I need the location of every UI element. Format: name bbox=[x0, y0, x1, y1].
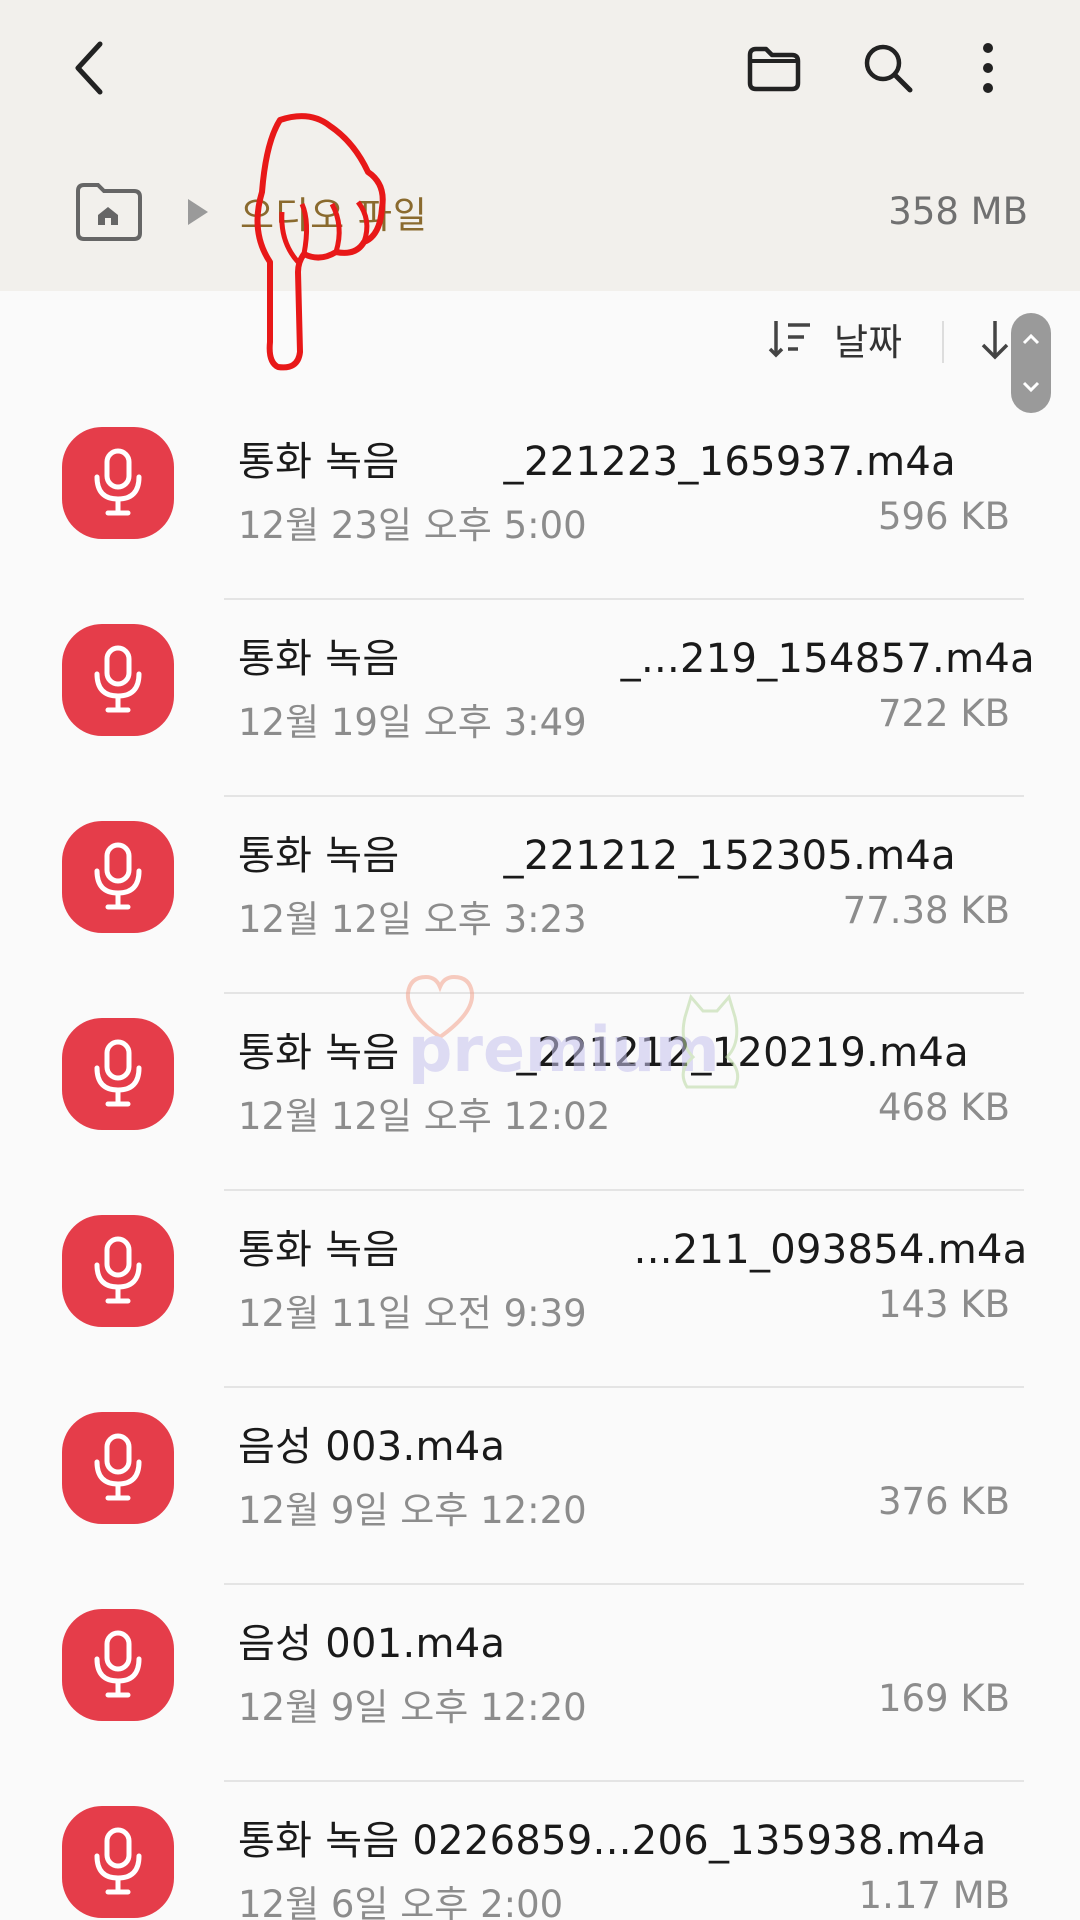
folder-button[interactable] bbox=[738, 36, 810, 100]
file-list-item[interactable]: 통화 녹음 0226859...206_135938.m4a 12월 6일 오후… bbox=[0, 1782, 1080, 1920]
file-date: 12월 9일 오후 12:20 bbox=[238, 1489, 587, 1532]
search-button[interactable] bbox=[852, 36, 924, 100]
file-name: 통화 녹음 _...219_154857.m4a bbox=[238, 636, 1035, 682]
file-size: 376 KB bbox=[877, 1480, 1010, 1523]
sort-bar: 날짜 bbox=[0, 291, 1080, 387]
file-name: 통화 녹음 _221212_152305.m4a bbox=[238, 833, 956, 879]
audio-file-icon bbox=[62, 1215, 174, 1327]
file-list: 통화 녹음 _221223_165937.m4a 12월 23일 오후 5:00… bbox=[0, 403, 1080, 1920]
microphone-icon bbox=[94, 842, 142, 910]
audio-file-icon bbox=[62, 1412, 174, 1524]
file-list-item[interactable]: 통화 녹음 _...219_154857.m4a 12월 19일 오후 3:49… bbox=[0, 600, 1080, 797]
file-list-item[interactable]: 통화 녹음 ...211_093854.m4a 12월 11일 오전 9:39 … bbox=[0, 1191, 1080, 1388]
home-icon bbox=[76, 183, 142, 241]
file-size: 722 KB bbox=[877, 692, 1010, 735]
watermark: premium bbox=[400, 974, 770, 1115]
file-date: 12월 19일 오후 3:49 bbox=[238, 701, 587, 744]
microphone-icon bbox=[94, 1236, 142, 1304]
file-size: 77.38 KB bbox=[842, 889, 1010, 932]
home-button[interactable] bbox=[72, 181, 144, 243]
audio-file-icon bbox=[62, 427, 174, 539]
file-list-item[interactable]: 통화 녹음 _221223_165937.m4a 12월 23일 오후 5:00… bbox=[0, 403, 1080, 600]
file-date: 12월 11일 오전 9:39 bbox=[238, 1292, 587, 1335]
fast-scroll-handle[interactable] bbox=[1011, 313, 1051, 413]
file-size: 1.17 MB bbox=[858, 1874, 1010, 1917]
audio-file-icon bbox=[62, 1609, 174, 1721]
file-list-item[interactable]: 통화 녹음 _221212_152305.m4a 12월 12일 오후 3:23… bbox=[0, 797, 1080, 994]
microphone-icon bbox=[94, 1630, 142, 1698]
cat-mascot-icon bbox=[681, 993, 740, 1089]
breadcrumb-separator-icon bbox=[186, 197, 210, 227]
microphone-icon bbox=[94, 1827, 142, 1895]
sort-label: 날짜 bbox=[834, 321, 903, 364]
back-button[interactable] bbox=[62, 36, 118, 100]
audio-file-icon bbox=[62, 821, 174, 933]
top-app-bar: 오디오 파일 358 MB bbox=[0, 0, 1080, 371]
microphone-icon bbox=[94, 1039, 142, 1107]
arrow-down-icon bbox=[981, 321, 1009, 360]
file-size: 468 KB bbox=[877, 1086, 1010, 1129]
more-vertical-icon bbox=[983, 43, 993, 93]
search-icon bbox=[864, 44, 913, 93]
file-size: 143 KB bbox=[877, 1283, 1010, 1326]
file-name: 음성 001.m4a bbox=[238, 1621, 506, 1667]
file-name: 통화 녹음 _221223_165937.m4a bbox=[238, 439, 956, 485]
more-options-button[interactable] bbox=[952, 36, 1024, 100]
sort-divider bbox=[942, 321, 944, 363]
file-name: 음성 003.m4a bbox=[238, 1424, 506, 1470]
microphone-icon bbox=[94, 1433, 142, 1501]
audio-file-icon bbox=[62, 1806, 174, 1918]
file-date: 12월 23일 오후 5:00 bbox=[238, 504, 587, 547]
file-size: 169 KB bbox=[877, 1677, 1010, 1720]
folder-icon bbox=[747, 46, 801, 92]
chevron-left-icon bbox=[75, 41, 103, 95]
file-date: 12월 6일 오후 2:00 bbox=[238, 1883, 564, 1920]
sort-by-button[interactable]: 날짜 bbox=[768, 309, 902, 369]
file-name: 통화 녹음 ...211_093854.m4a bbox=[238, 1227, 1028, 1273]
audio-file-icon bbox=[62, 1018, 174, 1130]
audio-file-icon bbox=[62, 624, 174, 736]
file-date: 12월 9일 오후 12:20 bbox=[238, 1686, 587, 1729]
microphone-icon bbox=[94, 645, 142, 713]
file-size: 596 KB bbox=[877, 495, 1010, 538]
microphone-icon bbox=[94, 448, 142, 516]
sort-icon bbox=[768, 321, 810, 358]
file-date: 12월 12일 오후 3:23 bbox=[238, 898, 587, 941]
storage-size: 358 MB bbox=[888, 190, 1028, 233]
file-name: 통화 녹음 0226859...206_135938.m4a bbox=[238, 1818, 987, 1864]
file-list-item[interactable]: 음성 003.m4a 12월 9일 오후 12:20 376 KB bbox=[0, 1388, 1080, 1585]
file-list-item[interactable]: 음성 001.m4a 12월 9일 오후 12:20 169 KB bbox=[0, 1585, 1080, 1782]
